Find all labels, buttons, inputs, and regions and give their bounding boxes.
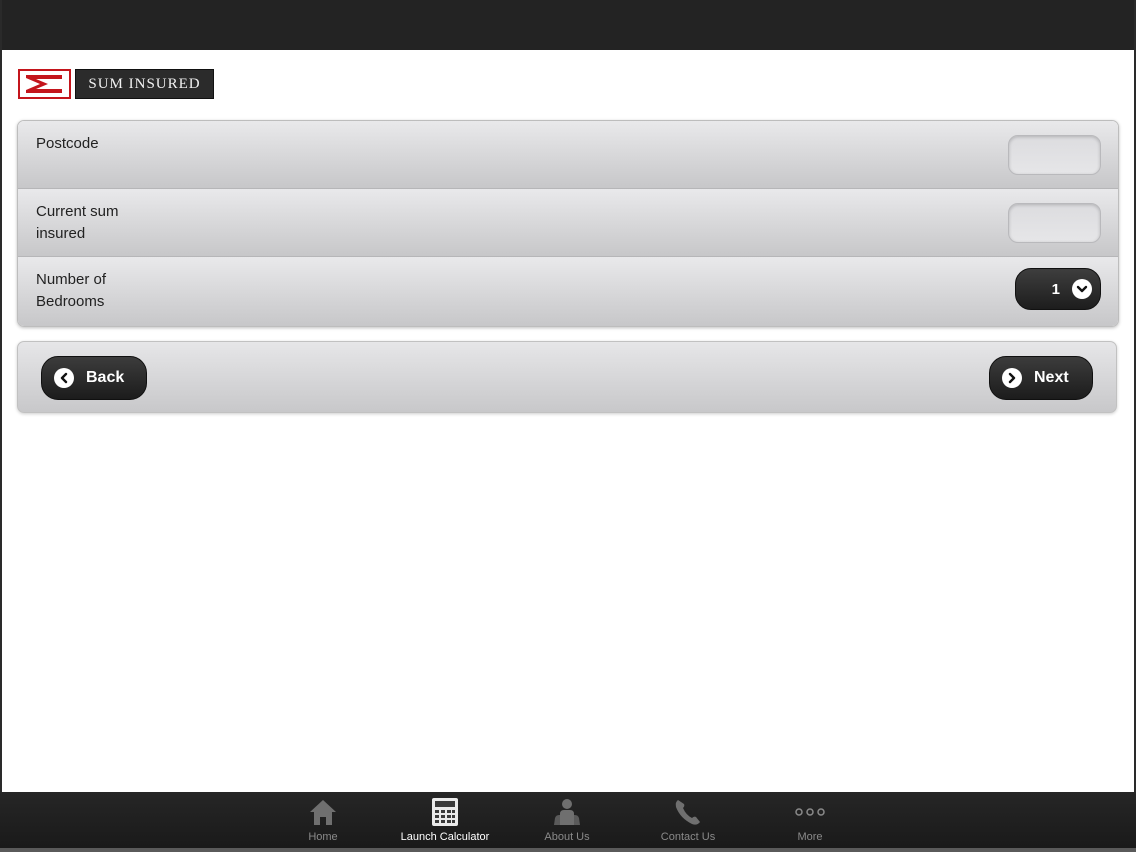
home-icon	[308, 797, 338, 827]
tab-launch-calculator[interactable]: Launch Calculator	[390, 792, 500, 848]
current-sum-insured-row: Current sum insured	[18, 189, 1118, 257]
phone-icon	[673, 797, 703, 827]
chevron-left-icon	[54, 368, 74, 388]
tab-about-us[interactable]: About Us	[512, 792, 622, 848]
frame-border-left	[0, 0, 2, 852]
postcode-row: Postcode	[18, 121, 1118, 189]
tab-home[interactable]: Home	[268, 792, 378, 848]
bedrooms-row: Number of Bedrooms 1	[18, 257, 1118, 326]
back-button-label: Back	[86, 369, 125, 386]
logo-mark-icon	[18, 69, 71, 99]
bottom-strip	[0, 848, 1136, 852]
tab-contact-us-label: Contact Us	[660, 831, 716, 843]
tab-contact-us[interactable]: Contact Us	[633, 792, 743, 848]
tab-more[interactable]: More	[755, 792, 865, 848]
next-button-label: Next	[1034, 369, 1069, 386]
bedrooms-select-value: 1	[1051, 280, 1060, 298]
logo: SUM INSURED	[18, 69, 214, 99]
tab-bar: Home Launch Calculator About Us Contact …	[0, 792, 1136, 848]
next-button[interactable]: Next	[989, 356, 1093, 400]
calculator-icon	[431, 797, 459, 827]
chevron-down-icon	[1072, 279, 1092, 299]
calculator-form: Postcode Current sum insured Number of B…	[17, 120, 1119, 327]
current-sum-insured-input[interactable]	[1008, 203, 1101, 243]
tab-launch-calculator-label: Launch Calculator	[400, 831, 490, 843]
bedrooms-label: Number of Bedrooms	[36, 271, 107, 310]
people-icon	[552, 797, 582, 827]
tab-about-us-label: About Us	[544, 831, 590, 843]
logo-text: SUM INSURED	[75, 69, 214, 99]
postcode-input[interactable]	[1008, 135, 1101, 175]
more-icon	[795, 797, 825, 827]
back-button[interactable]: Back	[41, 356, 147, 400]
current-sum-insured-label: Current sum insured	[36, 203, 119, 242]
tab-more-label: More	[797, 831, 823, 843]
chevron-right-icon	[1002, 368, 1022, 388]
top-bar	[0, 0, 1136, 50]
postcode-label: Postcode	[36, 135, 99, 152]
tab-home-label: Home	[308, 831, 338, 843]
navigation-panel: Back Next	[17, 341, 1117, 413]
bedrooms-select[interactable]: 1	[1015, 268, 1101, 310]
